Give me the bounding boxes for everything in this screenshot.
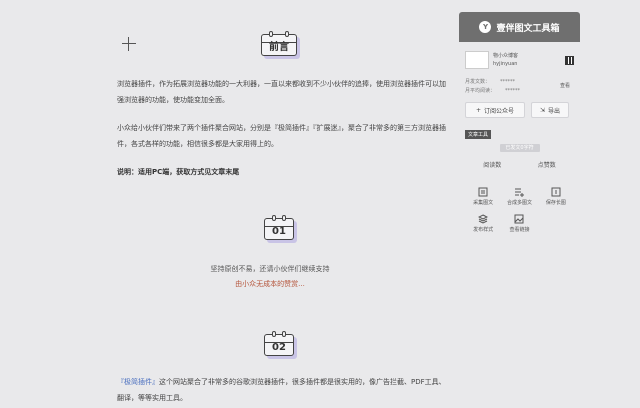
export-icon: ⇲	[539, 106, 545, 114]
word-count-badge: 已发文0字符	[499, 144, 540, 152]
tool-label: 合成多图文	[506, 200, 532, 206]
save-image-icon	[551, 187, 561, 197]
plus-icon: +	[475, 106, 481, 114]
save-long-image-tool[interactable]: 保存长图	[538, 187, 574, 206]
section-02-label: 02	[272, 342, 286, 353]
view-stats-link[interactable]: 查看	[560, 82, 570, 91]
subscribe-label: 订阅公众号	[484, 107, 515, 115]
preface-calendar-badge: 前言	[261, 31, 297, 56]
subscribe-button[interactable]: + 订阅公众号	[465, 102, 525, 118]
export-label: 导出	[548, 107, 561, 115]
tool-label: 查看链接	[509, 227, 530, 233]
plugin-site-paragraph: 『极简插件』这个网站聚合了非常多的谷歌浏览器插件，很多插件都是很实用的，像广告拦…	[117, 374, 447, 406]
section-01-badge: 01	[264, 215, 294, 240]
qr-code-icon[interactable]	[565, 55, 574, 65]
collect-article-tool[interactable]: 采集图文	[465, 187, 501, 206]
account-avatar	[465, 51, 489, 69]
account-id: hyjinyuan	[493, 61, 518, 67]
account-card[interactable]: 物小众博客 hyjinyuan	[465, 46, 574, 74]
read-count-label: 阅读数	[483, 162, 502, 169]
merge-article-tool[interactable]: 合成多图文	[501, 187, 537, 206]
publish-style-tool[interactable]: 发布样式	[465, 214, 501, 233]
crosshair-cursor-icon	[122, 37, 136, 51]
account-stats: 月发文数： ****** 月平均阅读： ****** 查看	[465, 78, 574, 96]
preface-label: 前言	[269, 42, 289, 53]
layers-icon	[478, 214, 489, 224]
account-name: 物小众博客	[493, 53, 519, 59]
toolbox-header: Y 壹伴图文工具箱	[459, 12, 580, 42]
support-link[interactable]: 由小众无成本的赞赏...	[150, 277, 390, 292]
section-02-badge: 02	[264, 331, 294, 356]
plugin-site-link[interactable]: 『极简插件』	[117, 378, 159, 386]
image-icon	[514, 214, 524, 224]
article-tools-tag: 文章工具	[465, 130, 492, 139]
section-01-label: 01	[272, 226, 286, 237]
intro-paragraph: 浏览器插件，作为拓展浏览器功能的一大利器，一直以来都收到不少小伙伴的追捧，使用浏…	[117, 80, 446, 104]
stat2-value: ******	[505, 88, 521, 94]
support-text: 坚持原创不易，还请小伙伴们继续支持	[210, 265, 330, 273]
collect-icon	[478, 187, 488, 197]
yiban-logo-icon: Y	[479, 21, 492, 33]
article-area: 前言 浏览器插件，作为拓展浏览器功能的一大利器，一直以来都收到不少小伙伴的追捧，…	[0, 0, 455, 408]
sites-paragraph: 小众给小伙伴们带来了两个插件聚合网站，分别是『极简插件』『扩展迷』，聚合了非常多…	[117, 124, 446, 148]
stat2-label: 月平均阅读：	[465, 88, 496, 94]
tool-label: 保存长图	[545, 200, 566, 206]
view-link-tool[interactable]: 查看链接	[501, 214, 537, 233]
stat1-label: 月发文数：	[465, 79, 491, 85]
note-text: 说明：适用PC端，获取方式见文章末尾	[117, 168, 240, 176]
plugin-site-text: 这个网站聚合了非常多的谷歌浏览器插件，很多插件都是很实用的，像广告拦截、PDF工…	[117, 378, 446, 402]
export-button[interactable]: ⇲ 导出	[531, 102, 569, 118]
tool-label: 发布样式	[473, 227, 494, 233]
toolbox-title: 壹伴图文工具箱	[496, 23, 560, 34]
toolbox-sidebar: Y 壹伴图文工具箱 物小众博客 hyjinyuan 月发文数： ****** 月平…	[459, 12, 580, 272]
like-count-label: 点赞数	[537, 162, 556, 169]
merge-icon	[515, 188, 525, 197]
tool-label: 采集图文	[473, 200, 494, 206]
stat1-value: ******	[500, 79, 516, 85]
